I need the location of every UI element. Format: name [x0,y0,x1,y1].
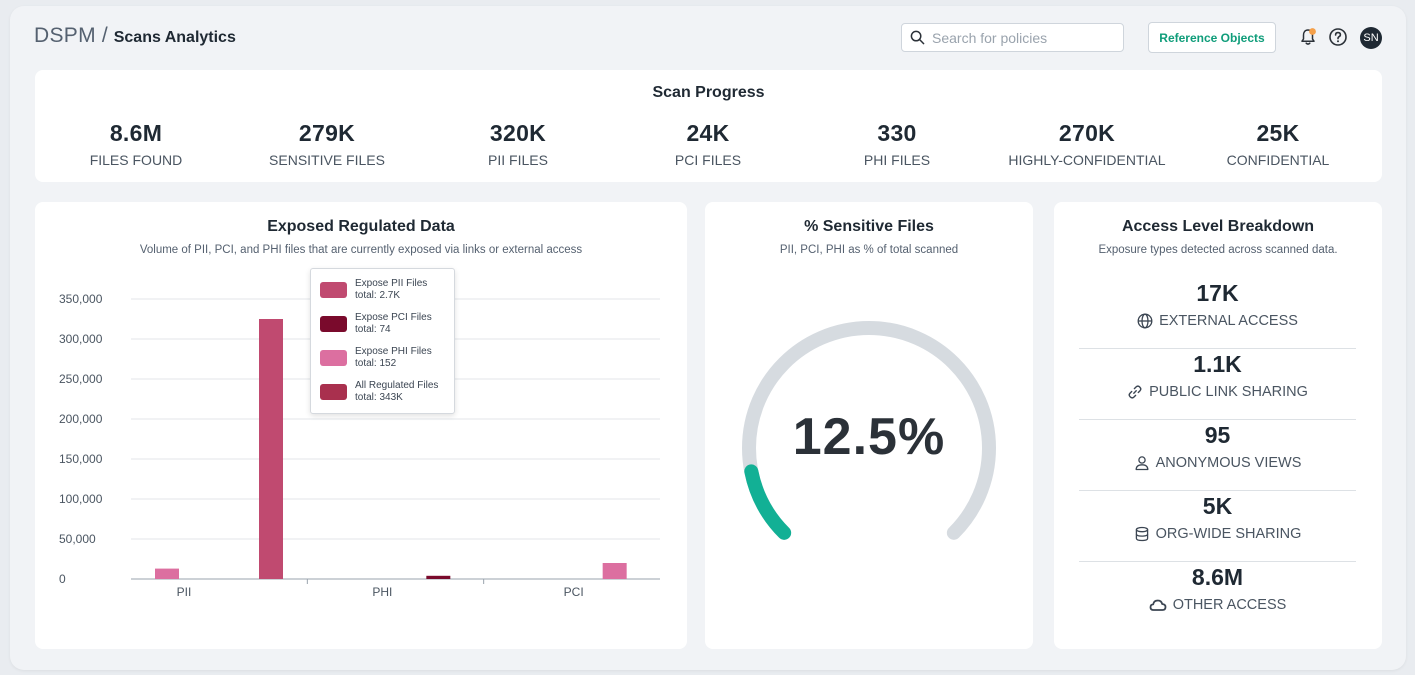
y-tick-label: 200,000 [59,412,103,426]
access-value: 1.1K [1193,351,1242,377]
access-value: 95 [1204,422,1231,448]
globe-icon [1137,313,1153,329]
tooltip-name: Expose PII Files [355,278,428,289]
legend-swatch [320,384,347,400]
link-icon [1128,385,1142,399]
gauge-value: 12.5% [792,408,946,466]
access-title: Access Level Breakdown [1121,218,1315,235]
access-label: PUBLIC LINK SHARING [1149,384,1308,400]
search-input[interactable] [932,29,1112,46]
access-item-public-link: 1.1K PUBLIC LINK SHARING [1079,349,1356,420]
tooltip-total: total: 74 [355,324,391,335]
y-tick-label: 0 [59,572,66,586]
stat-label: PCI FILES [674,152,742,168]
tooltip-total: total: 2.7K [355,290,401,301]
top-header: DSPM / Scans Analytics Reference Objects… [10,6,1406,68]
tooltip-item: Expose PHI Files total: 152 [320,344,432,372]
bar-pii [155,568,179,579]
tooltip-total: total: 152 [355,358,397,369]
stat-label: CONFIDENTIAL [1226,152,1330,168]
tooltip-total: total: 343K [355,392,403,403]
y-tick-label: 300,000 [59,332,103,346]
access-item-other: 8.6M OTHER ACCESS [1079,562,1356,633]
sensitive-files-card: % Sensitive Files PII, PCI, PHI as % of … [705,202,1033,649]
stat-files-found: 8.6M FILES FOUND [41,120,231,168]
stat-sensitive-files: 279K SENSITIVE FILES [232,120,422,168]
x-tick-label: PHI [372,585,392,599]
legend-swatch [320,350,347,366]
stat-label: PII FILES [488,152,548,168]
tooltip-name: Expose PCI Files [355,312,432,323]
stat-label: FILES FOUND [89,152,183,168]
stat-value: 320K [489,120,547,146]
search-box[interactable] [901,23,1124,52]
breadcrumb: DSPM / Scans Analytics [34,24,236,48]
access-label: ORG-WIDE SHARING [1155,526,1302,542]
stat-pii-files: 320K PII FILES [423,120,613,168]
access-list: 17K EXTERNAL ACCESS 1.1K PUBLIC LINK SHA… [1079,278,1356,633]
x-tick-label: PII [177,585,192,599]
y-tick-label: 350,000 [59,292,103,306]
avatar[interactable]: SN [1360,27,1382,49]
stat-phi-files: 330 PHI FILES [802,120,992,168]
tooltip-item: Expose PCI Files total: 74 [320,310,432,338]
notification-dot [1309,28,1316,35]
bar-pii [259,319,283,579]
legend-swatch [320,282,347,298]
stat-highly-confidential: 270K HIGHLY-CONFIDENTIAL [992,120,1182,168]
stat-value: 25K [1256,120,1300,146]
stat-value: 8.6M [109,120,163,146]
bar-phi [426,575,451,579]
bar-pci [602,563,627,579]
bell-icon[interactable] [1298,27,1318,47]
cloud-icon [1149,599,1167,611]
x-tick-label: PCI [564,585,584,599]
legend-swatch [320,316,347,332]
reference-objects-button[interactable]: Reference Objects [1148,22,1276,53]
database-icon [1135,526,1148,542]
stat-value: 330 [877,120,917,146]
access-item-external: 17K EXTERNAL ACCESS [1079,278,1356,349]
tooltip-item: Expose PII Files total: 2.7K [320,276,427,304]
access-item-org-wide: 5K ORG-WIDE SHARING [1079,491,1356,562]
user-icon [1135,456,1149,471]
access-label: OTHER ACCESS [1172,597,1287,613]
access-value: 8.6M [1191,564,1244,590]
exposed-regulated-data-card: Exposed Regulated Data Volume of PII, PC… [35,202,687,649]
stat-value: 279K [298,120,356,146]
access-value: 5K [1202,493,1233,519]
search-icon [910,30,925,45]
y-tick-label: 150,000 [59,452,103,466]
page-title: Scans Analytics [113,29,236,46]
access-item-anonymous: 95 ANONYMOUS VIEWS [1079,420,1356,491]
stat-label: SENSITIVE FILES [269,152,385,168]
chart-tooltip: Expose PII Files total: 2.7K Expose PCI F… [310,268,455,414]
access-label: EXTERNAL ACCESS [1159,313,1298,329]
gauge-fill [744,464,792,540]
y-tick-label: 50,000 [59,532,96,546]
stat-value: 24K [686,120,730,146]
tooltip-item: All Regulated Files total: 343K [320,378,438,406]
breadcrumb-root-link[interactable]: DSPM [34,24,96,48]
access-value: 17K [1196,280,1239,306]
stat-label: PHI FILES [863,152,931,168]
stat-pci-files: 24K PCI FILES [613,120,803,168]
tooltip-name: All Regulated Files [355,380,439,391]
y-tick-label: 250,000 [59,372,103,386]
tooltip-name: Expose PHI Files [355,346,432,357]
access-subtitle: Exposure types detected across scanned d… [1098,244,1338,256]
stat-confidential: 25K CONFIDENTIAL [1183,120,1373,168]
app-window: DSPM / Scans Analytics Reference Objects… [10,6,1406,670]
breadcrumb-separator: / [101,24,108,47]
help-icon[interactable] [1328,27,1348,47]
access-level-card: Access Level Breakdown Exposure types de… [1054,202,1382,649]
scan-progress-title: Scan Progress [652,84,765,101]
access-label: ANONYMOUS VIEWS [1155,455,1302,471]
stat-label: HIGHLY-CONFIDENTIAL [1008,152,1166,168]
scan-progress-card: Scan Progress 8.6M FILES FOUND 279K SENS… [35,70,1382,182]
stat-value: 270K [1058,120,1116,146]
y-tick-label: 100,000 [59,492,103,506]
